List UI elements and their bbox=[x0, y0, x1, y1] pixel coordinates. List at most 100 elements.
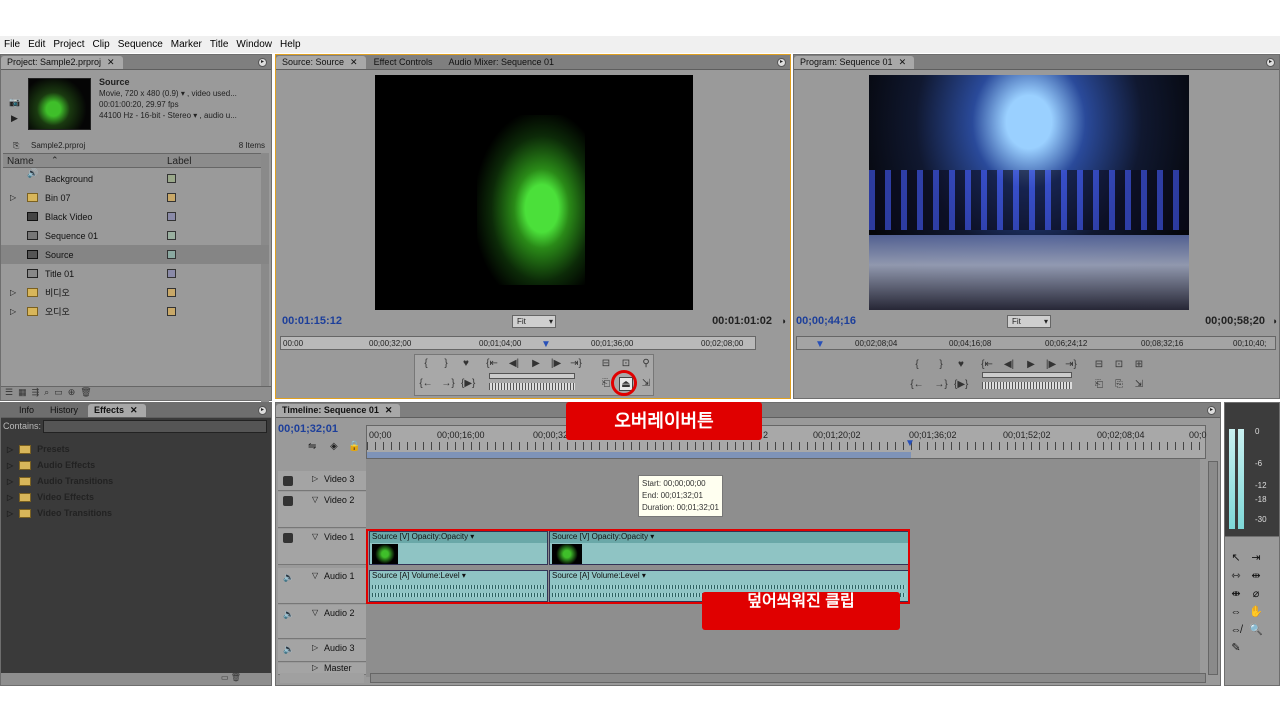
project-item-audio-bin[interactable]: ▷ 오디오 bbox=[1, 302, 269, 321]
label-swatch[interactable] bbox=[167, 212, 176, 221]
effects-search-input[interactable] bbox=[43, 420, 267, 433]
source-current-timecode[interactable]: 00:01:15:12 bbox=[282, 315, 342, 327]
automate-icon[interactable]: ⇶ bbox=[32, 387, 45, 397]
eye-icon[interactable] bbox=[283, 533, 293, 543]
eye-icon[interactable] bbox=[283, 496, 293, 506]
toggle-take-icon[interactable]: ⚲ bbox=[639, 357, 653, 371]
effects-item-presets[interactable]: ▷ Presets bbox=[7, 441, 70, 457]
speaker-icon[interactable]: 🔈 bbox=[283, 609, 294, 620]
project-item-source[interactable]: Source bbox=[1, 245, 269, 264]
play-icon[interactable]: ▶ bbox=[529, 357, 543, 371]
collapse-triangle-icon[interactable]: ▽ bbox=[312, 608, 318, 617]
close-icon[interactable]: ✕ bbox=[385, 405, 393, 415]
collapse-triangle-icon[interactable]: ▽ bbox=[312, 495, 318, 504]
menu-project[interactable]: Project bbox=[53, 39, 84, 50]
play-in-to-out-icon[interactable]: {▶} bbox=[461, 377, 475, 391]
go-to-in-icon[interactable]: {⇤ bbox=[980, 358, 994, 372]
label-swatch[interactable] bbox=[167, 174, 176, 183]
timeline-ruler[interactable]: 00;00 00;00;16;00 00;00;32 2 00;01;20;02… bbox=[366, 425, 1207, 459]
go-to-previous-edit-icon[interactable]: {← bbox=[910, 378, 924, 392]
lift-edit-icon[interactable]: ⎗ bbox=[1092, 378, 1106, 392]
speaker-icon[interactable]: 🔈 bbox=[283, 572, 294, 583]
new-bin-icon[interactable]: ▭ bbox=[54, 387, 68, 397]
icon-view-icon[interactable]: ▦ bbox=[18, 387, 32, 397]
insert-icon[interactable]: ⊟ bbox=[599, 357, 613, 371]
program-time-ruler[interactable]: 00;02;08;04 00;04;16;08 00;06;24;12 00;0… bbox=[796, 336, 1276, 350]
tab-timeline[interactable]: Timeline: Sequence 01 ✕ bbox=[276, 404, 401, 417]
menu-edit[interactable]: Edit bbox=[28, 39, 45, 50]
find-icon[interactable]: ⌕ bbox=[44, 387, 54, 397]
column-name[interactable]: Name bbox=[7, 156, 34, 167]
expand-triangle-icon[interactable]: ▷ bbox=[312, 663, 318, 672]
play-in-to-out-icon[interactable]: {▶} bbox=[954, 378, 968, 392]
expand-triangle-icon[interactable]: ▷ bbox=[7, 477, 13, 486]
slip-tool-icon[interactable]: ⇔ bbox=[1229, 605, 1243, 619]
source-time-ruler[interactable]: 00:00 00;00;32;00 00;01;04;00 00;01;36;0… bbox=[280, 336, 756, 350]
shuttle-slider[interactable] bbox=[982, 372, 1072, 378]
step-back-icon[interactable]: ◀| bbox=[1002, 358, 1016, 372]
play-icon[interactable]: ▶ bbox=[11, 113, 18, 124]
shuttle-slider[interactable] bbox=[489, 373, 575, 379]
go-to-out-icon[interactable]: ⇥} bbox=[569, 357, 583, 371]
project-item-sequence01[interactable]: Sequence 01 bbox=[1, 226, 269, 245]
new-item-icon[interactable]: ⊕ bbox=[68, 387, 81, 397]
expand-triangle-icon[interactable]: ▷ bbox=[10, 193, 16, 202]
marker-icon[interactable]: ♥ bbox=[954, 358, 968, 372]
playhead-icon[interactable]: ▼ bbox=[815, 339, 825, 350]
label-swatch[interactable] bbox=[167, 307, 176, 316]
timeline-horizontal-scrollbar[interactable] bbox=[370, 673, 1206, 683]
tab-source[interactable]: Source: Source ✕ bbox=[276, 56, 366, 69]
speaker-icon[interactable]: 🔈 bbox=[283, 644, 294, 655]
ripple-edit-tool-icon[interactable]: ⇿ bbox=[1229, 569, 1243, 583]
pen-tool-icon[interactable]: ✎ bbox=[1229, 641, 1243, 655]
jog-wheel[interactable] bbox=[489, 383, 575, 390]
eye-icon[interactable] bbox=[283, 476, 293, 486]
go-to-out-icon[interactable]: ⇥} bbox=[1064, 358, 1078, 372]
step-forward-icon[interactable]: |▶ bbox=[1044, 358, 1058, 372]
project-item-black-video[interactable]: Black Video bbox=[1, 207, 269, 226]
menu-help[interactable]: Help bbox=[280, 39, 301, 50]
program-current-timecode[interactable]: 00;00;44;16 bbox=[796, 315, 856, 327]
set-in-point-icon[interactable]: { bbox=[910, 358, 924, 372]
step-back-icon[interactable]: ◀| bbox=[507, 357, 521, 371]
expand-triangle-icon[interactable]: ▷ bbox=[7, 461, 13, 470]
close-icon[interactable]: ✕ bbox=[130, 405, 138, 415]
go-to-in-icon[interactable]: {⇤ bbox=[485, 357, 499, 371]
marker-icon[interactable]: ♥ bbox=[459, 357, 473, 371]
playhead-icon[interactable]: ▼ bbox=[905, 438, 915, 449]
play-icon[interactable]: ▶ bbox=[1024, 358, 1038, 372]
collapse-triangle-icon[interactable]: ▽ bbox=[312, 571, 318, 580]
rate-stretch-tool-icon[interactable]: ⇼ bbox=[1229, 587, 1243, 601]
menu-window[interactable]: Window bbox=[236, 39, 272, 50]
program-fit-dropdown[interactable]: Fit ▾ bbox=[1007, 315, 1051, 328]
playhead-sync-icon[interactable]: ◑ bbox=[781, 316, 786, 326]
tab-effect-controls[interactable]: Effect Controls bbox=[368, 56, 441, 69]
close-icon[interactable]: ✕ bbox=[899, 57, 907, 67]
marker-icon[interactable]: ◈ bbox=[330, 441, 338, 452]
lock-icon[interactable]: 🔒 bbox=[348, 441, 360, 452]
tab-effects[interactable]: Effects ✕ bbox=[88, 404, 146, 417]
list-view-icon[interactable]: ☰ bbox=[5, 387, 18, 397]
export-frame-icon[interactable]: ⇲ bbox=[1132, 378, 1146, 392]
work-area-bar[interactable] bbox=[367, 452, 911, 458]
close-icon[interactable]: ✕ bbox=[350, 57, 358, 67]
collapse-triangle-icon[interactable]: ▽ bbox=[312, 532, 318, 541]
go-to-previous-marker-icon[interactable]: {← bbox=[419, 377, 433, 391]
export-frame-icon[interactable]: ⇲ bbox=[639, 377, 653, 391]
close-icon[interactable]: ✕ bbox=[107, 57, 115, 67]
new-bin-icon[interactable]: ▭ bbox=[221, 673, 229, 682]
slide-tool-icon[interactable]: ⇎ bbox=[1229, 623, 1243, 637]
menu-title[interactable]: Title bbox=[210, 39, 229, 50]
expand-triangle-icon[interactable]: ▷ bbox=[7, 445, 13, 454]
label-swatch[interactable] bbox=[167, 250, 176, 259]
project-item-title01[interactable]: Title 01 bbox=[1, 264, 269, 283]
playhead-icon[interactable]: ▼ bbox=[541, 339, 551, 350]
extract-edit-icon[interactable]: ⎘ bbox=[1112, 378, 1126, 392]
project-item-video-bin[interactable]: ▷ 비디오 bbox=[1, 283, 269, 302]
label-swatch[interactable] bbox=[167, 269, 176, 278]
column-label[interactable]: Label bbox=[167, 156, 191, 167]
playhead-sync-icon[interactable]: ◑ bbox=[1272, 316, 1277, 326]
trash-icon[interactable]: 🗑 bbox=[231, 673, 241, 682]
zoom-tool-icon[interactable]: 🔍 bbox=[1249, 623, 1263, 637]
go-to-next-marker-icon[interactable]: →} bbox=[441, 377, 455, 391]
